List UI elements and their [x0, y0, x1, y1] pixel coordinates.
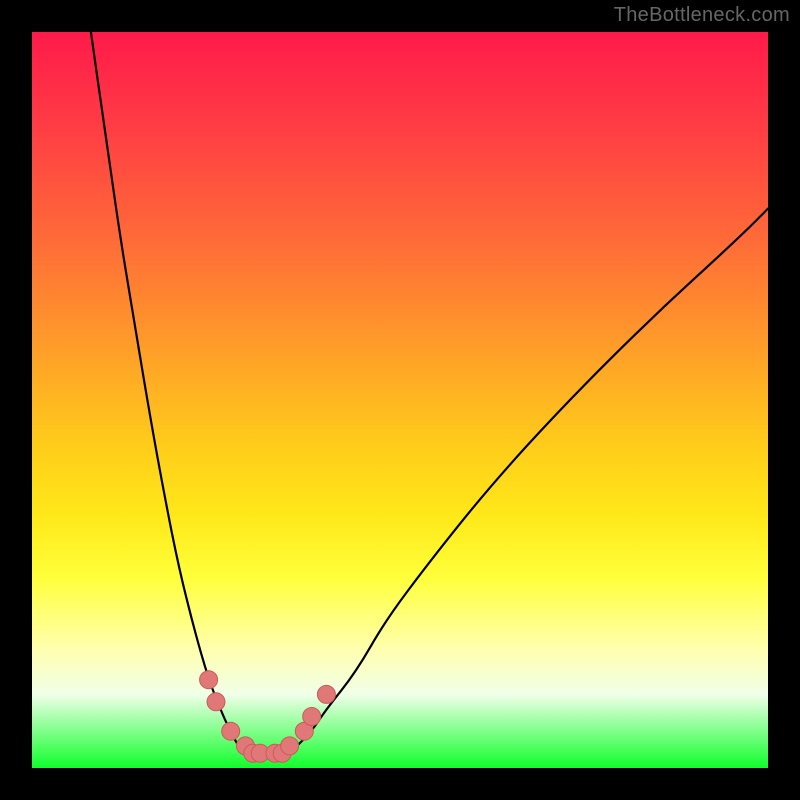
marker-bead — [317, 685, 335, 703]
marker-bead — [207, 693, 225, 711]
chart-frame: TheBottleneck.com — [0, 0, 800, 800]
watermark-text: TheBottleneck.com — [614, 4, 790, 27]
marker-bead — [222, 722, 240, 740]
curve-right-branch — [282, 209, 768, 754]
plot-area — [32, 32, 768, 768]
beads-layer — [200, 671, 336, 763]
marker-bead — [281, 737, 299, 755]
chart-svg — [32, 32, 768, 768]
curve-left-branch — [91, 32, 253, 753]
marker-bead — [303, 708, 321, 726]
curve-layer — [91, 32, 768, 753]
marker-bead — [200, 671, 218, 689]
